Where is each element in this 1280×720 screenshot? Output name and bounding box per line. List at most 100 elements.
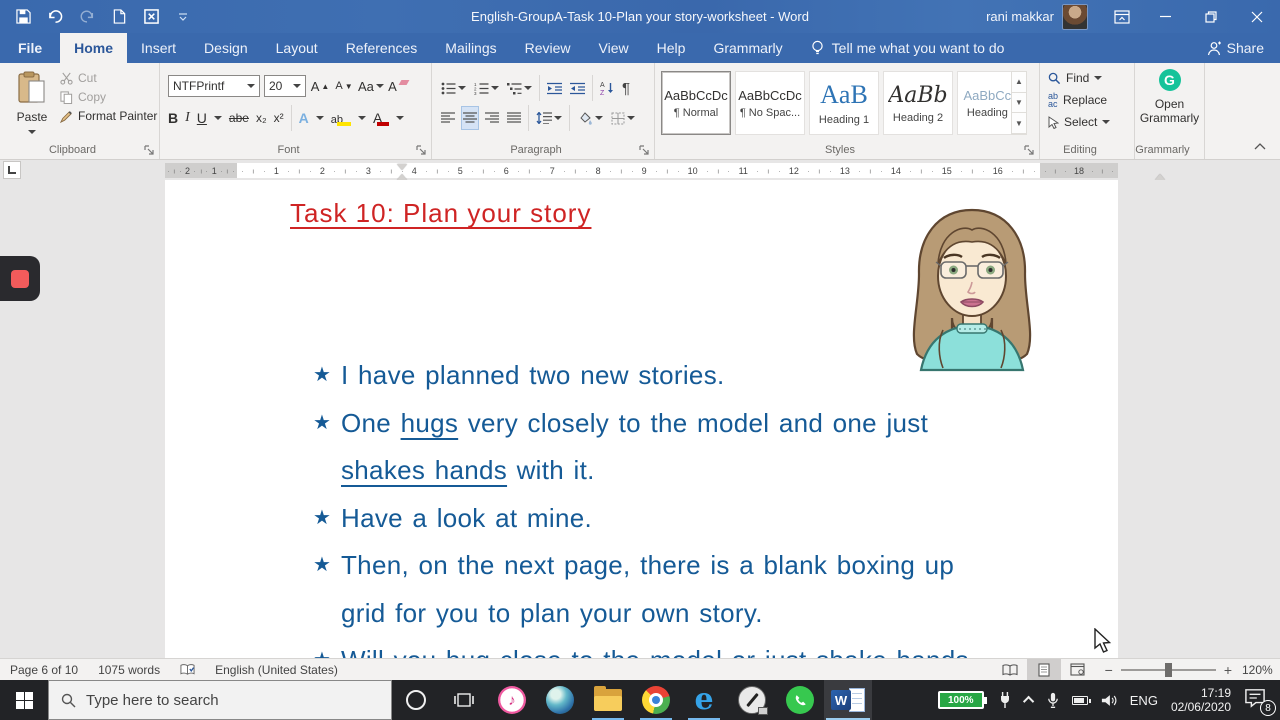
zoom-in-button[interactable]: +: [1224, 662, 1232, 678]
styles-scroll-down-icon[interactable]: ▼: [1012, 92, 1026, 114]
shrink-font-button[interactable]: A ▼: [334, 75, 354, 97]
zoom-slider[interactable]: [1120, 662, 1216, 677]
bold-button[interactable]: B: [168, 110, 178, 126]
styles-gallery-more-icon[interactable]: ▼: [1012, 113, 1026, 135]
share-button[interactable]: Share: [1207, 33, 1280, 63]
word-count[interactable]: 1075 words: [88, 663, 170, 677]
borders-button[interactable]: [610, 107, 636, 129]
underline-caret-icon[interactable]: [213, 116, 222, 120]
tab-help[interactable]: Help: [643, 33, 700, 63]
grow-font-button[interactable]: A ▲: [310, 75, 330, 97]
screen-recorder-overlay[interactable]: [0, 256, 40, 301]
stop-recording-icon[interactable]: [11, 269, 29, 288]
align-right-button[interactable]: [484, 107, 500, 129]
proofing-status[interactable]: [170, 663, 205, 676]
zoom-slider-thumb[interactable]: [1164, 662, 1172, 677]
select-button[interactable]: Select: [1048, 115, 1111, 129]
format-painter-button[interactable]: Format Painter: [60, 109, 157, 123]
clear-formatting-button[interactable]: A: [388, 75, 410, 97]
subscript-button[interactable]: x₂: [256, 111, 267, 125]
taskbar-itunes-icon[interactable]: ♪: [488, 680, 536, 720]
style-heading-2[interactable]: AaBb Heading 2: [883, 71, 953, 135]
taskbar-word-icon[interactable]: W: [824, 680, 872, 720]
replace-button[interactable]: ab ac Replace: [1048, 92, 1110, 109]
first-line-indent-marker[interactable]: [397, 164, 407, 170]
close-button[interactable]: [1234, 0, 1280, 33]
paste-button[interactable]: Paste: [10, 71, 54, 141]
line-spacing-button[interactable]: [535, 107, 563, 129]
tab-insert[interactable]: Insert: [127, 33, 190, 63]
bullet-list-button[interactable]: [440, 77, 467, 99]
user-name[interactable]: rani makkar: [986, 9, 1054, 24]
style-no-spacing[interactable]: AaBbCcDc ¶ No Spac...: [735, 71, 805, 135]
align-left-button[interactable]: [440, 107, 456, 129]
web-layout-button[interactable]: [1061, 659, 1095, 681]
font-color-caret-icon[interactable]: [396, 116, 405, 120]
copy-button[interactable]: Copy: [60, 90, 157, 104]
find-button[interactable]: Find: [1048, 71, 1110, 85]
taskbar-whatsapp-icon[interactable]: [776, 680, 824, 720]
task-view-button[interactable]: [440, 680, 488, 720]
start-button[interactable]: [0, 680, 48, 720]
highlight-caret-icon[interactable]: [358, 116, 366, 120]
document-page[interactable]: Task 10: Plan your story ★ I have planne…: [165, 180, 1118, 658]
language-abbreviation[interactable]: ENG: [1130, 693, 1158, 708]
tab-grammarly[interactable]: Grammarly: [699, 33, 796, 63]
superscript-button[interactable]: x²: [274, 111, 284, 125]
taskbar-edge-icon[interactable]: e: [680, 680, 728, 720]
power-plug-icon[interactable]: [997, 691, 1013, 709]
taskbar-globe-app-icon[interactable]: [536, 680, 584, 720]
microphone-icon[interactable]: [1047, 692, 1059, 709]
font-name-combobox[interactable]: NTFPrintf: [168, 75, 260, 97]
customize-quick-access-icon[interactable]: [174, 8, 192, 26]
hidden-icons-chevron[interactable]: [1022, 695, 1035, 708]
find-caret-icon[interactable]: [1094, 76, 1103, 80]
shading-button[interactable]: [576, 107, 604, 129]
tab-mailings[interactable]: Mailings: [431, 33, 510, 63]
minimize-button[interactable]: [1142, 0, 1188, 33]
clipboard-dialog-launcher-icon[interactable]: [144, 145, 155, 156]
align-center-button[interactable]: [461, 106, 479, 130]
tab-view[interactable]: View: [585, 33, 643, 63]
battery-status-icon[interactable]: [1071, 695, 1091, 705]
show-formatting-marks-button[interactable]: ¶: [621, 77, 631, 99]
print-layout-button[interactable]: [1026, 658, 1061, 681]
user-avatar[interactable]: [1062, 3, 1088, 30]
tell-me-box[interactable]: Tell me what you want to do: [811, 33, 1004, 63]
font-dialog-launcher-icon[interactable]: [416, 145, 427, 156]
save-icon[interactable]: [14, 8, 32, 26]
multilevel-list-button[interactable]: [506, 77, 533, 99]
decrease-indent-button[interactable]: [546, 77, 563, 99]
tab-layout[interactable]: Layout: [262, 33, 332, 63]
taskbar-file-explorer-icon[interactable]: [584, 680, 632, 720]
italic-button[interactable]: I: [185, 110, 190, 126]
numbered-list-button[interactable]: 123: [473, 77, 500, 99]
cortana-button[interactable]: [392, 680, 440, 720]
tab-review[interactable]: Review: [511, 33, 585, 63]
taskbar-clock[interactable]: 17:19 02/06/2020: [1171, 686, 1231, 714]
strikethrough-button[interactable]: abe: [229, 111, 249, 125]
sort-button[interactable]: AZ: [599, 77, 615, 99]
bullet-list[interactable]: ★ I have planned two new stories. ★ One hu…: [313, 352, 1013, 658]
taskbar-chrome-icon[interactable]: [632, 680, 680, 720]
increase-indent-button[interactable]: [569, 77, 586, 99]
new-document-icon[interactable]: [110, 8, 128, 26]
style-heading-1[interactable]: AaB Heading 1: [809, 71, 879, 135]
ribbon-display-options-icon[interactable]: [1102, 0, 1142, 33]
tab-design[interactable]: Design: [190, 33, 262, 63]
open-grammarly-button[interactable]: G Open Grammarly: [1135, 69, 1204, 125]
speaker-icon[interactable]: [1101, 693, 1117, 708]
action-center-button[interactable]: 8: [1244, 688, 1276, 716]
styles-dialog-launcher-icon[interactable]: [1024, 145, 1035, 156]
text-effects-caret-icon[interactable]: [315, 116, 324, 120]
tab-references[interactable]: References: [332, 33, 432, 63]
redo-icon[interactable]: [78, 8, 96, 26]
paste-caret-icon[interactable]: [28, 129, 36, 134]
language-indicator[interactable]: English (United States): [205, 663, 348, 677]
font-size-combobox[interactable]: 20: [264, 75, 306, 97]
taskbar-search-input[interactable]: Type here to search: [48, 680, 392, 720]
zoom-out-button[interactable]: −: [1105, 662, 1113, 678]
collapse-ribbon-icon[interactable]: [1254, 139, 1266, 153]
battery-meter[interactable]: 100%: [937, 691, 987, 709]
tab-file[interactable]: File: [0, 33, 60, 63]
